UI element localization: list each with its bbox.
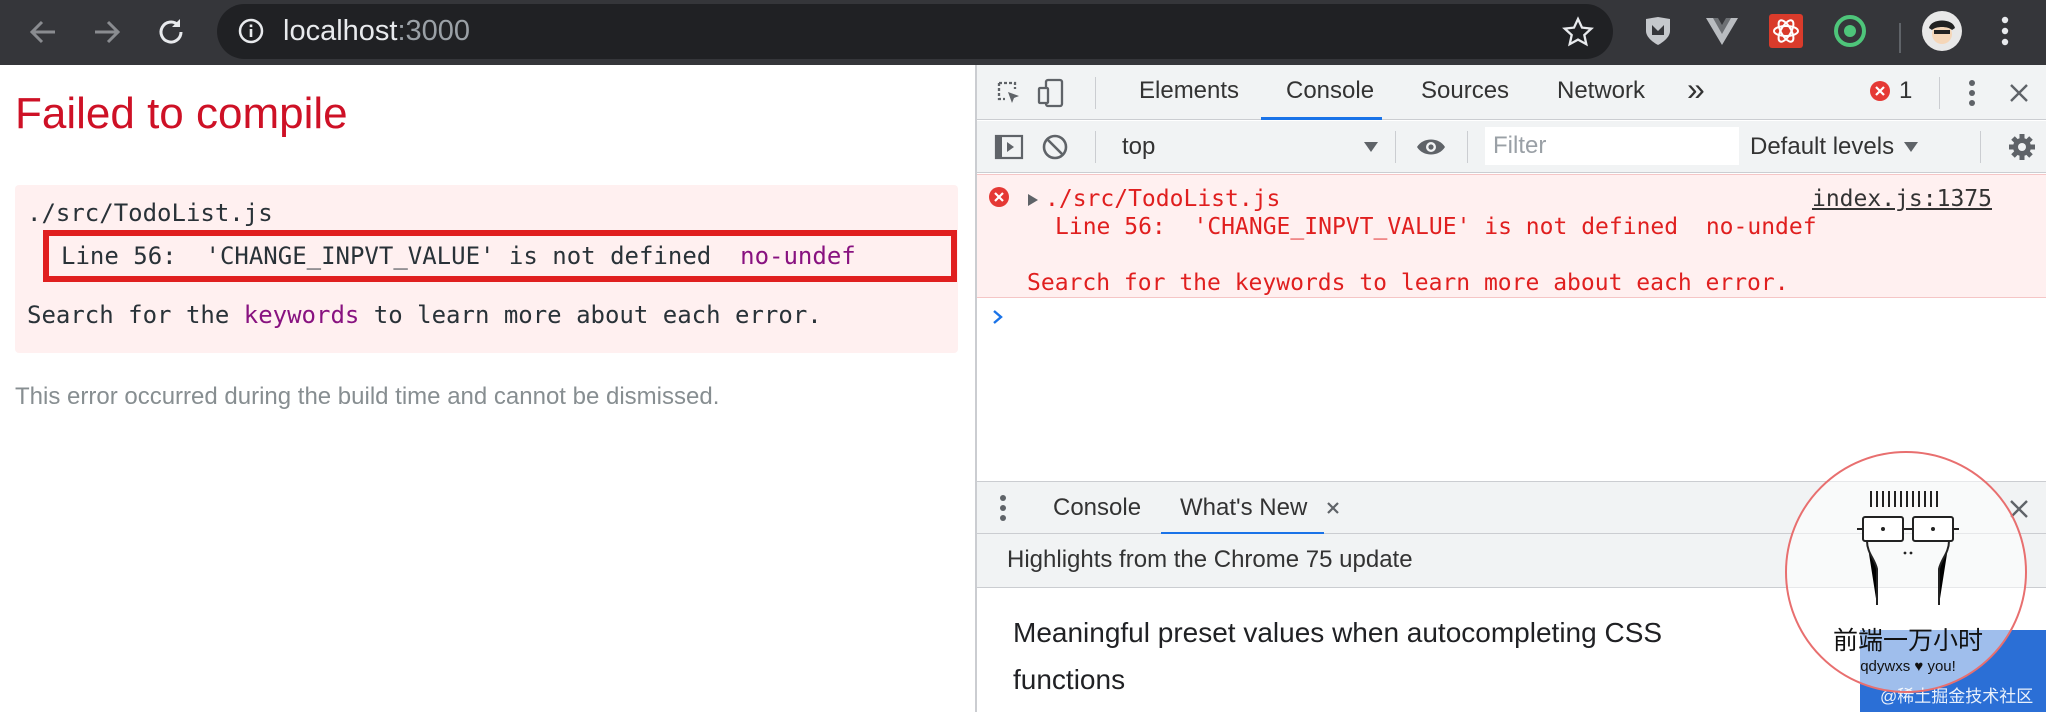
page-viewport: Failed to compile ./src/TodoList.js Line… xyxy=(0,65,975,712)
error-line-text: Line 56: 'CHANGE_INPVT_VALUE' is not def… xyxy=(61,242,856,270)
error-file: ./src/TodoList.js xyxy=(27,199,273,227)
drawer-tab-whats-new[interactable]: What's New xyxy=(1180,494,1307,522)
more-tabs-button[interactable]: » xyxy=(1687,71,1705,108)
error-hint: Search for the keywords to learn more ab… xyxy=(27,301,822,329)
error-footer: This error occurred during the build tim… xyxy=(15,383,720,410)
watermark-stamp: 前端一万小时 qdywxs ♥ you! xyxy=(1785,451,2027,693)
address-bar[interactable]: localhost:3000 xyxy=(217,4,1613,59)
tab-divider xyxy=(1939,77,1940,109)
devtools-menu-icon[interactable] xyxy=(1954,75,1990,111)
context-dropdown-icon[interactable] xyxy=(1361,137,1381,157)
forward-button[interactable] xyxy=(84,9,130,55)
url-host: localhost xyxy=(283,15,398,47)
drawer-menu-icon[interactable] xyxy=(995,492,1011,524)
shield-extension-icon[interactable] xyxy=(1638,11,1678,51)
sidebar-toggle-icon[interactable] xyxy=(989,129,1029,165)
filter-divider xyxy=(1980,131,1981,163)
console-error-line: Line 56: 'CHANGE_INPVT_VALUE' is not def… xyxy=(1055,214,1817,240)
url-port: :3000 xyxy=(397,15,471,47)
avatar[interactable] xyxy=(1920,9,1964,53)
watermark-tagline: qdywxs ♥ you! xyxy=(1860,658,1956,675)
react-devtools-icon[interactable] xyxy=(1766,11,1806,51)
info-icon[interactable] xyxy=(237,17,265,45)
error-box: ./src/TodoList.js Line 56: 'CHANGE_INPVT… xyxy=(15,185,958,353)
console-filter-bar: top Default levels xyxy=(977,121,2046,173)
device-toolbar-icon[interactable] xyxy=(1031,73,1071,113)
arrow-left-icon xyxy=(29,20,55,44)
tab-divider xyxy=(1095,77,1096,109)
active-tab-indicator xyxy=(1261,117,1382,120)
close-devtools-icon[interactable] xyxy=(2001,75,2037,111)
filter-divider xyxy=(1095,131,1096,163)
arrow-right-icon xyxy=(95,20,121,44)
tab-network[interactable]: Network xyxy=(1557,77,1645,105)
console-settings-gear-icon[interactable] xyxy=(2003,129,2041,165)
bookmark-star-icon[interactable] xyxy=(1562,16,1594,48)
inspect-element-icon[interactable] xyxy=(989,73,1029,113)
reload-icon xyxy=(159,19,183,44)
hint-prefix: Search for the xyxy=(27,301,244,329)
source-link[interactable]: index.js:1375 xyxy=(1812,186,1992,212)
console-prompt[interactable] xyxy=(992,305,1004,331)
hint-suffix: to learn more about each error. xyxy=(359,301,822,329)
log-levels-select[interactable]: Default levels xyxy=(1750,133,1894,161)
highlighted-error-line: Line 56: 'CHANGE_INPVT_VALUE' is not def… xyxy=(43,230,957,282)
page-title: Failed to compile xyxy=(15,89,348,138)
reload-button[interactable] xyxy=(148,9,194,55)
error-count-icon[interactable] xyxy=(1867,78,1893,104)
context-select[interactable]: top xyxy=(1122,133,1155,161)
console-error-message[interactable]: ./src/TodoList.js Line 56: 'CHANGE_INPVT… xyxy=(977,174,2046,298)
back-button[interactable] xyxy=(20,9,66,55)
levels-dropdown-icon[interactable] xyxy=(1902,139,1920,155)
vue-devtools-icon[interactable] xyxy=(1702,11,1742,51)
filter-divider xyxy=(1395,131,1396,163)
error-icon xyxy=(987,185,1011,209)
browser-toolbar: localhost:3000 xyxy=(0,0,2046,65)
watermark-name: 前端一万小时 xyxy=(1832,626,1983,655)
live-expression-eye-icon[interactable] xyxy=(1411,129,1451,165)
console-error-hint: Search for the keywords to learn more ab… xyxy=(1027,270,1789,296)
tab-sources[interactable]: Sources xyxy=(1421,77,1509,105)
url-text: localhost:3000 xyxy=(283,15,470,48)
devtools-tab-bar: Elements Console Sources Network » 1 xyxy=(977,65,2046,120)
keywords-link[interactable]: keywords xyxy=(244,301,360,329)
close-tab-icon[interactable] xyxy=(1322,497,1344,519)
whats-new-item[interactable]: Meaningful preset values when autocomple… xyxy=(1013,609,1733,703)
tab-elements[interactable]: Elements xyxy=(1139,77,1239,105)
drawer-tab-console[interactable]: Console xyxy=(1053,494,1141,522)
console-error-file: ./src/TodoList.js xyxy=(1045,186,1281,212)
error-rule: no-undef xyxy=(740,242,856,270)
whats-new-subtitle: Highlights from the Chrome 75 update xyxy=(1007,546,1413,573)
error-count[interactable]: 1 xyxy=(1899,77,1912,105)
error-message: Line 56: 'CHANGE_INPVT_VALUE' is not def… xyxy=(61,242,741,270)
console-filter-input[interactable] xyxy=(1485,127,1739,165)
toolbar-divider xyxy=(1899,23,1901,53)
ring-extension-icon[interactable] xyxy=(1830,11,1870,51)
prompt-chevron-icon xyxy=(993,310,1003,324)
tab-console[interactable]: Console xyxy=(1286,77,1374,105)
browser-menu-icon[interactable] xyxy=(1985,11,2025,51)
expand-triangle-icon[interactable] xyxy=(1027,193,1039,207)
mascot-icon xyxy=(1857,491,1959,605)
clear-console-icon[interactable] xyxy=(1035,129,1075,165)
filter-divider xyxy=(1467,131,1468,163)
